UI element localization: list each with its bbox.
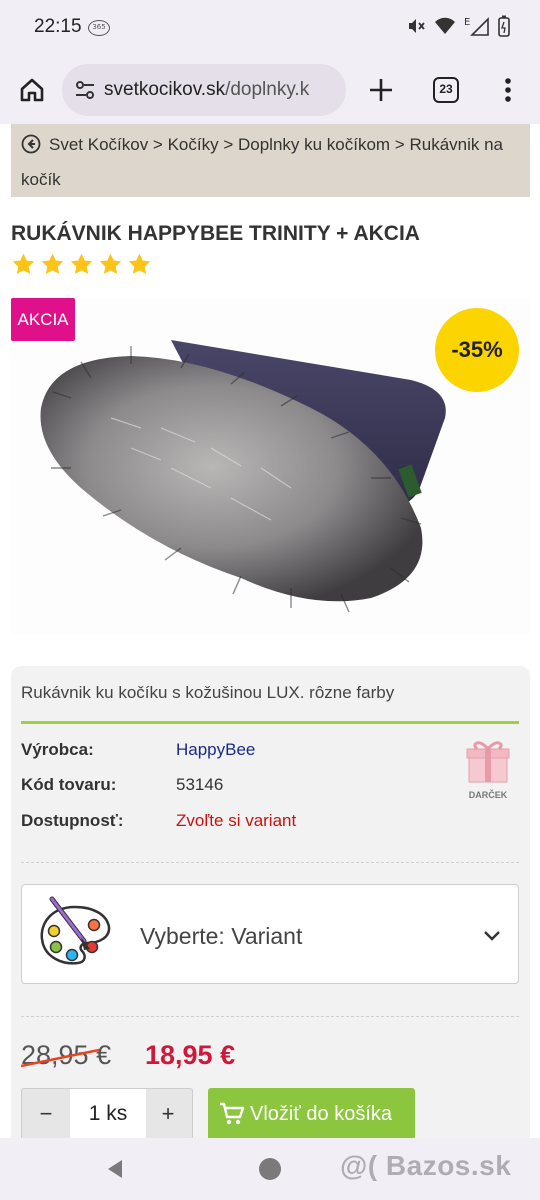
back-arrow-circle-icon[interactable] — [21, 134, 41, 154]
variant-select-label: Vyberte: Variant — [140, 923, 303, 949]
wifi-icon — [434, 16, 456, 41]
short-description: Rukávnik ku kočíku s kožušinou LUX. rôzn… — [21, 683, 395, 702]
gift-icon — [466, 741, 510, 783]
home-icon — [20, 78, 44, 102]
gift-label: DARČEK — [468, 790, 508, 800]
manufacturer-label: Výrobca: — [21, 740, 94, 759]
quantity-stepper: − 1 ks + — [21, 1088, 193, 1140]
star-icon — [12, 253, 35, 274]
sale-price: 18,95 € — [145, 1040, 236, 1070]
product-title: RUKÁVNIK HAPPYBEE TRINITY + AKCIA — [11, 222, 420, 245]
akcia-badge: AKCIA — [11, 298, 75, 341]
quantity-increase-button[interactable]: + — [144, 1089, 192, 1139]
status-time: 22:15 — [34, 16, 82, 37]
product-code-label: Kód tovaru: — [21, 775, 117, 794]
browser-menu-button[interactable] — [498, 76, 518, 104]
url-domain: svetkocikov.sk — [104, 79, 226, 100]
star-icon — [99, 253, 122, 274]
microsoft-365-badge-icon: 365 — [88, 20, 110, 36]
system-navigation-bar: @( Bazos.sk — [0, 1138, 540, 1200]
breadcrumb: Svet Kočíkov > Kočíky > Doplnky ku kočík… — [11, 124, 530, 197]
gift-indicator: DARČEK — [461, 736, 515, 800]
mute-icon — [406, 16, 426, 41]
new-tab-button[interactable] — [366, 75, 396, 105]
browser-toolbar: svetkocikov.sk/doplnky.k 23 — [0, 56, 540, 124]
more-vertical-icon — [505, 78, 511, 102]
status-bar: 22:15 365 E — [0, 0, 540, 56]
add-to-cart-label: Vložiť do košíka — [250, 1103, 393, 1125]
signal-e-icon: E — [464, 16, 490, 41]
quantity-input[interactable]: 1 ks — [70, 1089, 146, 1139]
address-bar[interactable]: svetkocikov.sk/doplnky.k — [62, 64, 346, 116]
shopping-cart-icon — [220, 1102, 245, 1125]
rating-stars[interactable] — [11, 252, 152, 277]
url-path: /doplnky.k — [225, 79, 310, 100]
variant-select[interactable]: Vyberte: Variant — [21, 884, 519, 984]
divider — [21, 1016, 519, 1017]
breadcrumb-text[interactable]: Svet Kočíkov > Kočíky > Doplnky ku kočík… — [21, 135, 503, 189]
chevron-down-icon — [484, 931, 500, 941]
strikethrough-line — [21, 1048, 99, 1068]
star-icon — [70, 253, 93, 274]
divider — [21, 721, 519, 724]
battery-icon — [498, 15, 510, 42]
star-icon — [41, 253, 64, 274]
add-to-cart-button[interactable]: Vložiť do košíka — [208, 1088, 415, 1140]
bazos-watermark: @( Bazos.sk — [340, 1150, 512, 1181]
divider — [21, 862, 519, 863]
product-info-card: Rukávnik ku kočíku s kožušinou LUX. rôzn… — [11, 666, 530, 1146]
discount-badge: -35% — [435, 308, 519, 392]
home-circle-icon[interactable] — [259, 1158, 281, 1180]
status-icons: E — [406, 15, 510, 42]
back-triangle-icon[interactable] — [104, 1158, 126, 1180]
star-icon — [128, 253, 151, 274]
availability-label: Dostupnosť: — [21, 811, 124, 830]
home-button[interactable] — [18, 76, 46, 104]
plus-icon — [370, 79, 392, 101]
site-settings-icon[interactable] — [74, 79, 96, 101]
availability-value: Zvoľte si variant — [176, 811, 297, 830]
network-type-label: E — [464, 17, 470, 28]
manufacturer-link[interactable]: HappyBee — [176, 740, 255, 760]
paint-palette-icon — [40, 896, 111, 965]
url-text[interactable]: svetkocikov.sk/doplnky.k — [104, 79, 309, 101]
tab-switcher-button[interactable]: 23 — [433, 77, 459, 103]
product-code-value: 53146 — [176, 775, 224, 794]
quantity-decrease-button[interactable]: − — [22, 1089, 70, 1139]
